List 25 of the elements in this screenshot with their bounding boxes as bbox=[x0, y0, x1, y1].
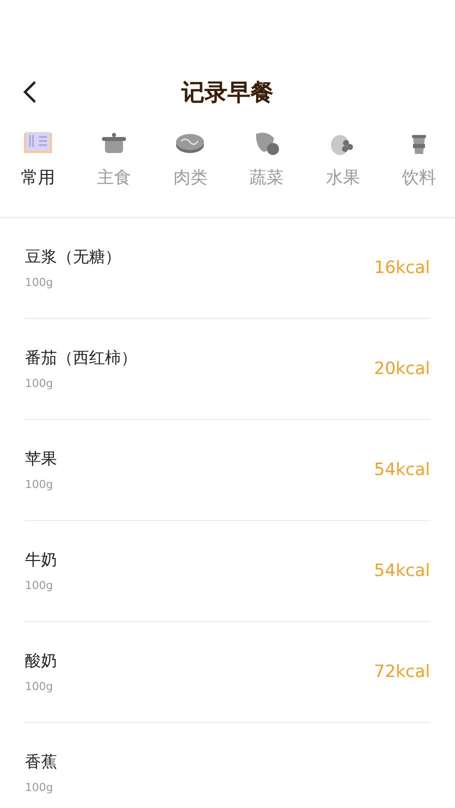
food-calories: 20kcal bbox=[374, 359, 430, 379]
food-name: 牛奶 bbox=[25, 550, 57, 571]
food-amount: 100g bbox=[25, 680, 54, 693]
category-tab[interactable]: 水果 bbox=[312, 122, 373, 217]
category-tab[interactable]: 蔬菜 bbox=[236, 122, 297, 217]
food-amount: 100g bbox=[25, 377, 54, 390]
food-calories: 16kcal bbox=[374, 258, 430, 278]
back-icon bbox=[22, 80, 38, 104]
food-calories: 54kcal bbox=[374, 561, 430, 581]
food-name: 香蕉 bbox=[25, 752, 57, 773]
food-amount: 100g bbox=[25, 276, 54, 289]
food-calories: 72kcal bbox=[374, 662, 430, 682]
food-name: 番茄（西红柿） bbox=[25, 348, 137, 369]
food-name: 苹果 bbox=[25, 449, 57, 470]
food-calories: 54kcal bbox=[374, 460, 430, 480]
category-tab[interactable]: 饮料 bbox=[388, 122, 449, 217]
food-amount: 100g bbox=[25, 781, 54, 794]
food-name: 酸奶 bbox=[25, 651, 57, 672]
food-amount: 100g bbox=[25, 579, 54, 592]
category-tab[interactable]: 肉类 bbox=[160, 122, 220, 217]
page-title: 记录早餐 bbox=[180, 78, 274, 108]
category-tab[interactable]: 主食 bbox=[84, 122, 144, 217]
food-name: 豆浆（无糖） bbox=[25, 247, 121, 268]
food-amount: 100g bbox=[25, 478, 54, 491]
category-tab[interactable]: 常用 bbox=[8, 122, 68, 217]
